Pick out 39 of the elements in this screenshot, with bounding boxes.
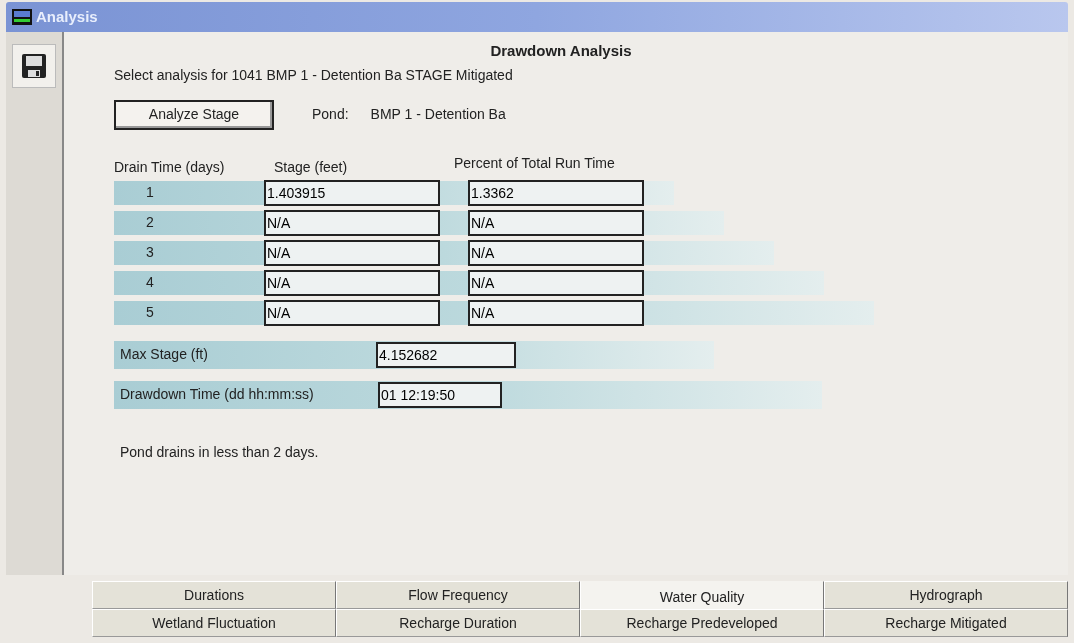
value-field[interactable]: N/A — [264, 239, 440, 266]
tab[interactable]: Recharge Duration — [336, 609, 580, 637]
drawdown-time-label: Drawdown Time (dd hh:mm:ss) — [119, 385, 315, 404]
window-title: Analysis — [36, 6, 98, 27]
column-header: Drain Time (days) — [114, 157, 226, 177]
tab[interactable]: Hydrograph — [824, 581, 1068, 609]
tab[interactable]: Recharge Mitigated — [824, 609, 1068, 637]
value-field[interactable]: N/A — [264, 299, 440, 326]
save-button[interactable] — [12, 44, 56, 88]
tab[interactable]: Wetland Fluctuation — [92, 609, 336, 637]
value-field[interactable]: 1.403915 — [264, 179, 440, 206]
analyze-stage-button[interactable]: Analyze Stage — [114, 99, 274, 130]
row-number: 5 — [145, 303, 155, 322]
column-header: Percent of Total Run Time — [454, 153, 615, 173]
value-field[interactable]: N/A — [468, 299, 644, 326]
value-field[interactable]: 4.152682 — [376, 341, 516, 368]
tab[interactable]: Recharge Predeveloped — [580, 609, 824, 637]
pond-label: Pond: — [312, 105, 349, 124]
row-number: 2 — [145, 213, 155, 232]
column-header: Stage (feet) — [274, 157, 349, 177]
app-logo-icon — [12, 9, 32, 25]
row-number: 1 — [145, 183, 155, 202]
select-label: Select analysis for 1041 BMP 1 - Detention Ba STAGE Mitigated — [114, 65, 514, 85]
tab[interactable]: Flow Frequency — [336, 581, 580, 609]
value-field[interactable]: N/A — [468, 209, 644, 236]
tab[interactable]: Water Quality — [580, 581, 824, 609]
value-field[interactable]: N/A — [468, 269, 644, 296]
value-field[interactable]: 01 12:19:50 — [378, 381, 502, 408]
value-field[interactable]: N/A — [468, 239, 644, 266]
pond-name: BMP 1 - Detention Ba — [370, 105, 506, 124]
row-number: 4 — [145, 273, 155, 292]
value-field[interactable]: N/A — [264, 269, 440, 296]
panel-heading: Drawdown Analysis — [489, 41, 633, 61]
tab[interactable]: Durations — [92, 581, 336, 609]
row-number: 3 — [145, 243, 155, 262]
result-message: Pond drains in less than 2 days. — [119, 442, 320, 462]
value-field[interactable]: 1.3362 — [468, 179, 644, 206]
value-field[interactable]: N/A — [264, 209, 440, 236]
max-stage-label: Max Stage (ft) — [119, 345, 209, 364]
